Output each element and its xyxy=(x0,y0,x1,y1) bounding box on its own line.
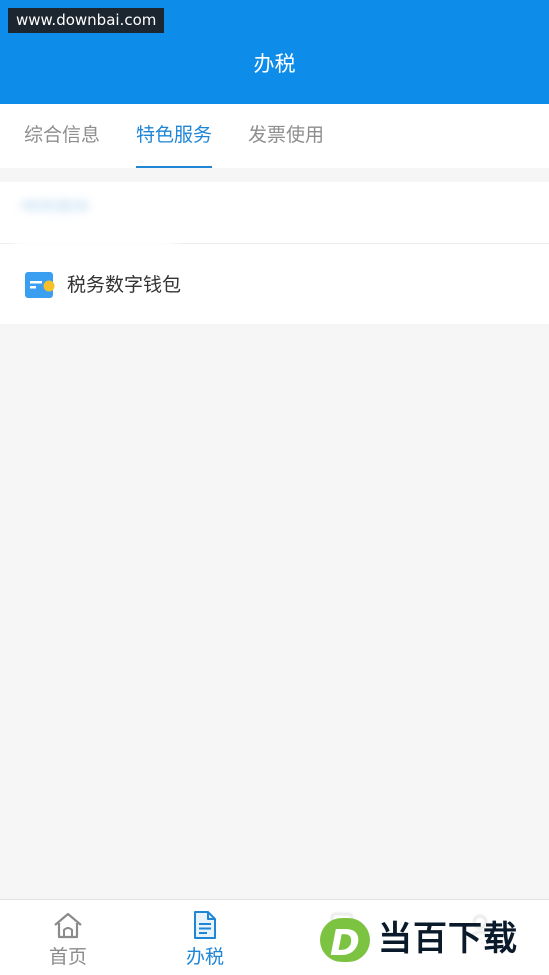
tab-featured-services[interactable]: 特色服务 xyxy=(136,104,213,168)
nav-home[interactable]: 首页 xyxy=(18,900,118,975)
featured-services-card: 特色服务 税务数字钱包 xyxy=(0,182,549,324)
nav-home-label: 首页 xyxy=(48,946,87,968)
service-label: 税务数字钱包 xyxy=(67,274,182,296)
service-item-tax-digital-wallet[interactable]: 税务数字钱包 xyxy=(0,244,549,324)
tab-bar: 综合信息 特色服务 发票使用 xyxy=(0,104,549,168)
section-header: 特色服务 xyxy=(0,182,549,252)
home-icon xyxy=(54,912,82,939)
page-title: 办税 xyxy=(253,52,296,76)
nav-tax[interactable]: 办税 xyxy=(155,900,255,975)
wallet-icon xyxy=(25,272,55,298)
tab-general-info[interactable]: 综合信息 xyxy=(24,104,100,168)
document-icon xyxy=(194,911,216,939)
logo-letter: D xyxy=(330,923,360,964)
logo-text: 当百下载 xyxy=(378,919,518,959)
nav-tax-label: 办税 xyxy=(185,946,224,968)
tab-invoice-usage[interactable]: 发票使用 xyxy=(248,104,324,168)
watermark: www.downbai.com xyxy=(8,8,165,33)
